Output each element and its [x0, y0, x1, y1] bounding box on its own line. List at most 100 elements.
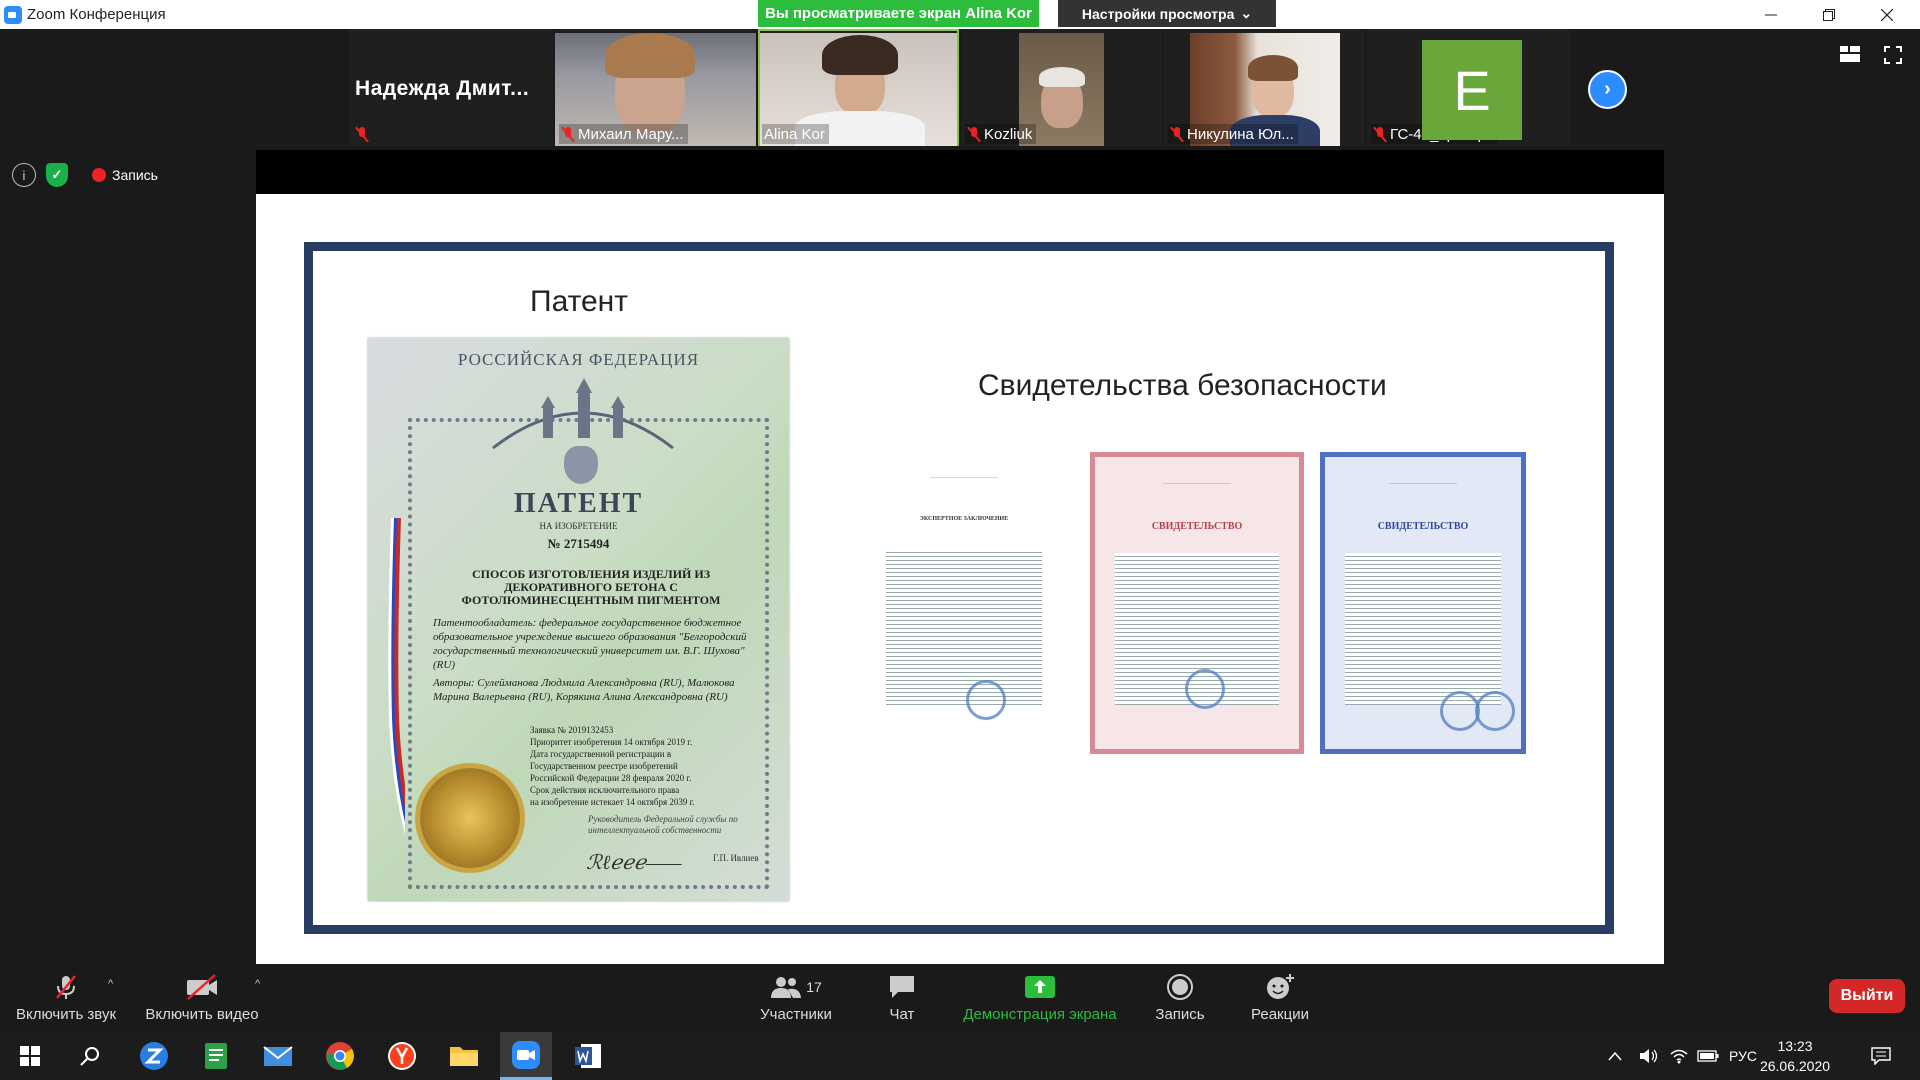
close-button[interactable]	[1864, 0, 1910, 29]
stamp-icon	[966, 680, 1006, 720]
word-icon	[575, 1044, 601, 1068]
share-screen-icon	[1024, 973, 1056, 1001]
unmute-button[interactable]: Включить звук	[10, 964, 122, 1032]
participant-tile[interactable]: Kozliuk	[961, 29, 1162, 146]
clock-date: 26.06.2020	[1759, 1058, 1831, 1074]
start-button[interactable]	[6, 1032, 54, 1080]
security-shield-icon[interactable]: ✓	[46, 163, 68, 187]
zoom-window: Zoom Конференция Вы просматриваете экран…	[0, 0, 1920, 1080]
participant-tile-active-speaker[interactable]: Alina Kor	[758, 29, 959, 146]
participants-label: Участники	[760, 1006, 832, 1023]
participant-hair	[1248, 55, 1298, 81]
kremlin-illustration-icon	[492, 378, 674, 450]
participant-label: Михаил Мару...	[559, 124, 688, 144]
leave-meeting-button[interactable]: Выйти	[1829, 979, 1905, 1013]
taskbar-app-mail[interactable]	[254, 1032, 302, 1080]
chat-button[interactable]: Чат	[870, 964, 934, 1032]
mic-muted-icon	[355, 126, 369, 142]
meeting-status-row: i ✓ Запись	[12, 163, 158, 187]
speaker-icon	[1640, 1049, 1658, 1063]
sharing-banner: Вы просматриваете экран Alina Kor	[758, 0, 1039, 27]
participant-name: Никулина Юл...	[1187, 125, 1294, 143]
patent-meta-line: на изобретение истекает 14 октября 2039 …	[530, 797, 695, 807]
reactions-icon	[1265, 973, 1295, 1001]
chevron-right-icon: ›	[1604, 78, 1611, 100]
participant-label	[353, 124, 373, 144]
taskbar-app-explorer[interactable]	[440, 1032, 488, 1080]
audio-options-caret-icon[interactable]: ^	[108, 978, 113, 990]
participant-tile[interactable]: Надежда Дмит...	[349, 29, 553, 146]
certificate-image: ————————————————— СВИДЕТЕЛЬСТВО	[1090, 452, 1304, 754]
patent-meta: Заявка № 2019132453 Приоритет изобретени…	[530, 724, 759, 808]
certificate-header-lines: —————————————————	[1389, 480, 1457, 486]
search-button[interactable]	[66, 1032, 114, 1080]
zoom-app-icon	[512, 1040, 540, 1069]
info-icon[interactable]: i	[12, 163, 36, 187]
video-options-caret-icon[interactable]: ^	[255, 978, 260, 990]
certificate-header-lines: —————————————————	[930, 474, 998, 479]
patent-meta-line: Российской Федерации 28 февраля 2020 г.	[530, 773, 692, 783]
chat-icon	[888, 973, 916, 1001]
minimize-button[interactable]	[1748, 0, 1794, 29]
record-button[interactable]: Запись	[1148, 964, 1212, 1032]
battery-button[interactable]	[1696, 1032, 1720, 1080]
share-screen-button[interactable]: Демонстрация экрана	[956, 964, 1124, 1032]
shared-screen-header	[256, 150, 1664, 194]
participants-button[interactable]: 17 Участники	[748, 964, 844, 1032]
chevron-up-icon	[1608, 1051, 1622, 1061]
recording-icon	[92, 168, 106, 182]
participant-avatar: E	[1422, 40, 1522, 140]
taskbar-app-zoom-active[interactable]	[500, 1032, 552, 1080]
taskbar-app-yandex[interactable]	[378, 1032, 426, 1080]
certificate-header-lines: —————————————————	[1163, 480, 1231, 486]
taskbar-app-chrome[interactable]	[316, 1032, 364, 1080]
certificates-heading: Свидетельства безопасности	[978, 369, 1387, 402]
taskbar-clock[interactable]: 13:23 26.06.2020	[1756, 1036, 1834, 1076]
network-button[interactable]	[1666, 1032, 1692, 1080]
record-icon	[1166, 973, 1194, 1001]
patent-meta-line: Дата государственной регистрации в	[530, 749, 672, 759]
action-center-button[interactable]	[1866, 1032, 1896, 1080]
mic-off-icon	[52, 973, 80, 1001]
video-off-icon	[185, 973, 219, 1001]
stamp-icon	[1475, 691, 1515, 731]
participant-tile[interactable]: Михаил Мару...	[555, 29, 756, 146]
battery-icon	[1697, 1050, 1719, 1062]
volume-button[interactable]	[1636, 1032, 1662, 1080]
participant-name: Kozliuk	[984, 125, 1033, 143]
recording-label: Запись	[112, 167, 158, 183]
fullscreen-icon[interactable]	[1884, 46, 1902, 64]
patent-country: РОССИЙСКАЯ ФЕДЕРАЦИЯ	[457, 350, 700, 369]
certificate-image: ————————————————— ЭКСПЕРТНОЕ ЗАКЛЮЧЕНИЕ	[866, 450, 1062, 750]
signatory-role: Руководитель Федеральной службы по интел…	[588, 814, 738, 835]
record-label: Запись	[1155, 1006, 1205, 1023]
participant-tile[interactable]: Никулина Юл...	[1164, 29, 1365, 146]
coat-of-arms-icon	[564, 446, 598, 484]
view-options-button[interactable]: Настройки просмотра ⌄	[1058, 0, 1276, 27]
signature-image: ℛℓℯℯℯ——	[586, 852, 682, 874]
share-screen-label: Демонстрация экрана	[963, 1006, 1117, 1023]
gallery-next-button[interactable]: ›	[1588, 70, 1627, 109]
view-layout-icon[interactable]	[1840, 46, 1860, 62]
taskbar-app-notes[interactable]	[192, 1032, 240, 1080]
wifi-icon	[1670, 1049, 1688, 1064]
mic-muted-icon	[1373, 126, 1387, 142]
start-video-button[interactable]: Включить видео	[140, 964, 264, 1032]
restore-button[interactable]	[1806, 0, 1852, 29]
patent-meta-line: Заявка № 2019132453	[530, 725, 614, 735]
taskbar-app-word[interactable]	[564, 1032, 612, 1080]
patent-authors: Авторы: Сулейманова Людмила Александровн…	[433, 677, 735, 703]
folder-icon	[450, 1047, 478, 1066]
participant-hair	[1039, 67, 1085, 87]
mic-muted-icon	[561, 126, 575, 142]
mic-muted-icon	[1170, 126, 1184, 142]
reactions-button[interactable]: Реакции	[1244, 964, 1316, 1032]
taskbar-app-zoom-blue[interactable]	[130, 1032, 178, 1080]
zoom-z-app-icon	[140, 1042, 168, 1070]
chevron-down-icon: ⌄	[1240, 5, 1253, 21]
clock-time: 13:23	[1777, 1038, 1813, 1054]
minimize-icon	[1765, 14, 1777, 15]
participant-label: Alina Kor	[762, 124, 829, 144]
show-hidden-icons-button[interactable]	[1604, 1032, 1626, 1080]
title-bar: Zoom Конференция Вы просматриваете экран…	[0, 0, 1920, 29]
